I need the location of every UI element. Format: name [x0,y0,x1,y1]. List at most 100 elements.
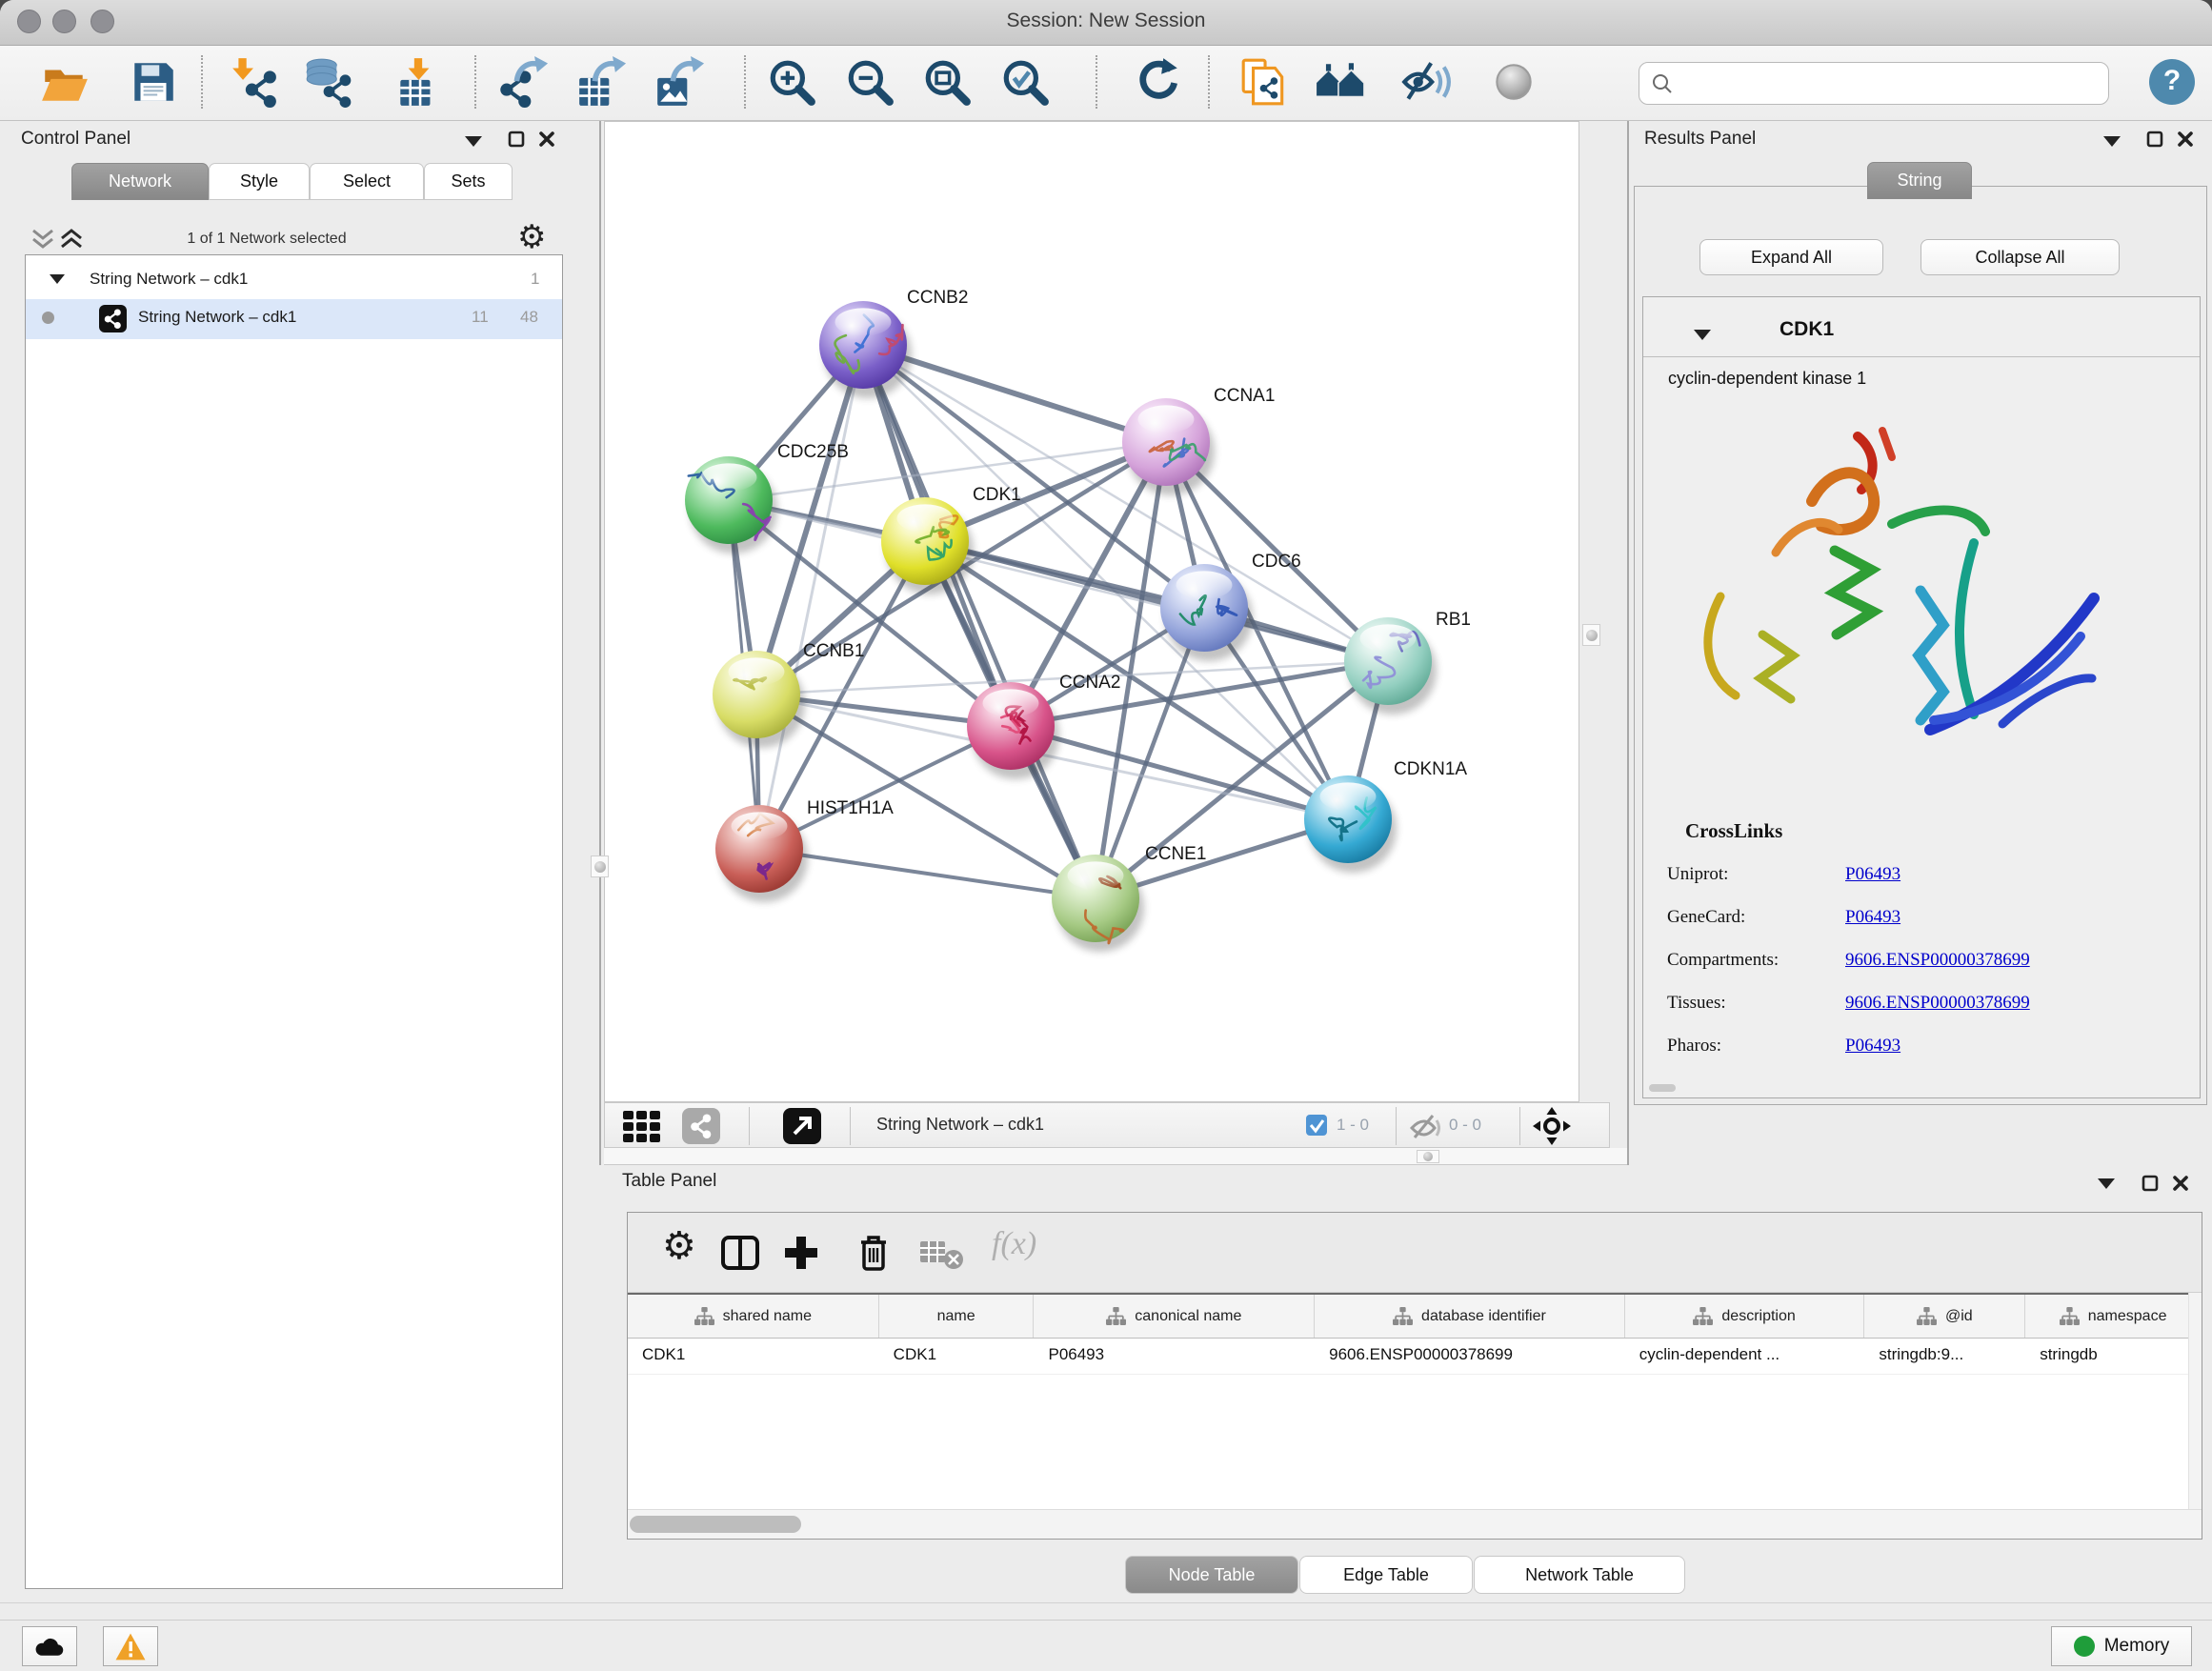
network-node-CCNE1[interactable]: CCNE1 [1052,844,1206,952]
table-row[interactable]: CDK1CDK1P064939606.ENSP00000378699cyclin… [628,1339,2202,1375]
collection-expand-icon[interactable] [50,274,65,284]
table-cell[interactable]: cyclin-dependent ... [1625,1339,1865,1374]
float-panel-icon[interactable] [2146,131,2163,148]
help-icon[interactable]: ? [2149,59,2195,105]
tab-edge-table[interactable]: Edge Table [1299,1556,1473,1594]
crosslink-link[interactable]: 9606.ENSP00000378699 [1845,950,2030,971]
import-table-file-icon[interactable] [392,56,444,108]
table-cell[interactable]: stringdb [2025,1339,2202,1374]
network-node-HIST1H1A[interactable]: HIST1H1A [715,798,894,902]
import-network-file-icon[interactable] [229,56,280,108]
column-header--id[interactable]: @id [1864,1295,2025,1338]
network-node-RB1[interactable]: RB1 [1344,610,1471,715]
collapse-all-icon[interactable] [30,228,55,251]
save-session-icon[interactable] [128,56,179,108]
network-collection-row[interactable]: String Network – cdk1 1 [26,263,562,299]
close-panel-icon[interactable] [2172,1175,2189,1192]
table-cell[interactable]: P06493 [1034,1339,1315,1374]
crosslink-link[interactable]: P06493 [1845,1036,1900,1057]
column-header-shared-name[interactable]: shared name [628,1295,879,1338]
network-edge-CCNA2-CDKN1A[interactable] [1011,726,1348,819]
tab-string[interactable]: String [1867,162,1972,199]
table-cell[interactable]: CDK1 [879,1339,1035,1374]
tab-node-table[interactable]: Node Table [1125,1556,1298,1594]
tab-network[interactable]: Network [71,163,209,200]
network-node-CDK1[interactable]: CDK1 [881,485,1021,594]
close-panel-icon[interactable] [538,131,555,148]
refresh-icon[interactable] [1132,56,1183,108]
column-header-namespace[interactable]: namespace [2025,1295,2202,1338]
column-header-database-identifier[interactable]: database identifier [1315,1295,1625,1338]
crosslink-link[interactable]: 9606.ENSP00000378699 [1845,993,2030,1014]
column-header-description[interactable]: description [1625,1295,1865,1338]
table-vscrollbar[interactable] [2188,1293,2202,1509]
table-cell[interactable]: stringdb:9... [1864,1339,2025,1374]
add-column-icon[interactable] [780,1232,822,1274]
export-table-icon[interactable] [575,56,627,108]
node-label-CCNB1: CCNB1 [803,641,864,661]
results-scrollbar-thumb[interactable] [1649,1084,1676,1092]
export-image-icon[interactable] [654,56,705,108]
close-panel-icon[interactable] [2177,131,2194,148]
network-node-CCNA2[interactable]: CCNA2 [967,673,1120,779]
table-cell[interactable]: 9606.ENSP00000378699 [1315,1339,1625,1374]
warnings-button[interactable] [103,1626,158,1666]
network-node-CCNB2[interactable]: CCNB2 [819,288,968,398]
float-panel-icon[interactable] [508,131,525,148]
network-options-gear-icon[interactable]: ⚙ [517,218,546,256]
show-columns-icon[interactable] [719,1232,761,1274]
import-network-database-icon[interactable] [303,56,354,108]
crosslinks-list: Uniprot:P06493GeneCard:P06493Compartment… [1643,855,2200,1069]
horizontal-splitter-handle[interactable] [1417,1150,1439,1163]
selected-checkbox-icon[interactable] [1306,1115,1327,1136]
render-detail-icon[interactable] [1488,56,1539,108]
delete-table-icon[interactable] [919,1238,963,1270]
network-node-CDC6[interactable]: CDC6 [1160,552,1301,661]
search-input[interactable] [1639,62,2109,105]
function-builder-icon[interactable]: f(x) [992,1226,1036,1262]
delete-column-trash-icon[interactable] [853,1232,895,1274]
column-header-name[interactable]: name [879,1295,1035,1338]
network-edge-HIST1H1A-CCNE1[interactable] [759,849,1096,898]
section-collapse-icon[interactable] [1694,330,1711,340]
zoom-fit-icon[interactable] [921,56,973,108]
home-icon[interactable] [1315,56,1366,108]
table-panel-title: Table Panel [622,1171,716,1192]
memory-button[interactable]: Memory [2051,1626,2192,1666]
column-header-canonical-name[interactable]: canonical name [1034,1295,1315,1338]
tab-sets[interactable]: Sets [424,163,513,200]
crosslink-link[interactable]: P06493 [1845,864,1900,885]
cloud-status-button[interactable] [22,1626,77,1666]
crosslink-link[interactable]: P06493 [1845,907,1900,928]
open-view-in-window-icon[interactable] [783,1108,821,1144]
table-settings-gear-icon[interactable]: ⚙ [662,1224,704,1266]
zoom-out-icon[interactable] [844,56,895,108]
collapse-all-button[interactable]: Collapse All [1920,239,2120,275]
network-row-selected[interactable]: String Network – cdk1 11 48 [26,299,562,339]
copy-style-icon[interactable] [1238,56,1290,108]
panel-menu-icon[interactable] [2103,136,2121,147]
open-session-icon[interactable] [39,56,90,108]
grid-view-icon[interactable] [623,1111,666,1142]
tab-select[interactable]: Select [310,163,424,200]
table-hscrollbar[interactable] [628,1509,2202,1539]
float-panel-icon[interactable] [2142,1175,2159,1192]
tab-style[interactable]: Style [209,163,310,200]
table-cell[interactable]: CDK1 [628,1339,879,1374]
zoom-in-icon[interactable] [766,56,817,108]
left-splitter-handle[interactable] [591,856,609,877]
fit-selected-crosshair-icon[interactable] [1533,1107,1571,1145]
panel-menu-icon[interactable] [2098,1178,2115,1189]
export-network-icon[interactable] [497,56,549,108]
tab-network-table[interactable]: Network Table [1474,1556,1685,1594]
zoom-selected-icon[interactable] [999,56,1051,108]
network-edge-CCNB2-CCNE1[interactable] [863,345,1096,898]
network-node-CCNA1[interactable]: CCNA1 [1122,386,1275,495]
network-canvas[interactable]: CCNB2CCNA1CDC25BCDK1CDC6RB1CCNB1CCNA2CDK… [604,121,1579,1102]
expand-all-icon[interactable] [59,228,84,251]
right-splitter-handle[interactable] [1582,624,1600,646]
panel-menu-icon[interactable] [465,136,482,147]
expand-all-button[interactable]: Expand All [1699,239,1883,275]
hide-graphics-icon[interactable] [1400,56,1452,108]
hscrollbar-thumb[interactable] [630,1516,801,1533]
